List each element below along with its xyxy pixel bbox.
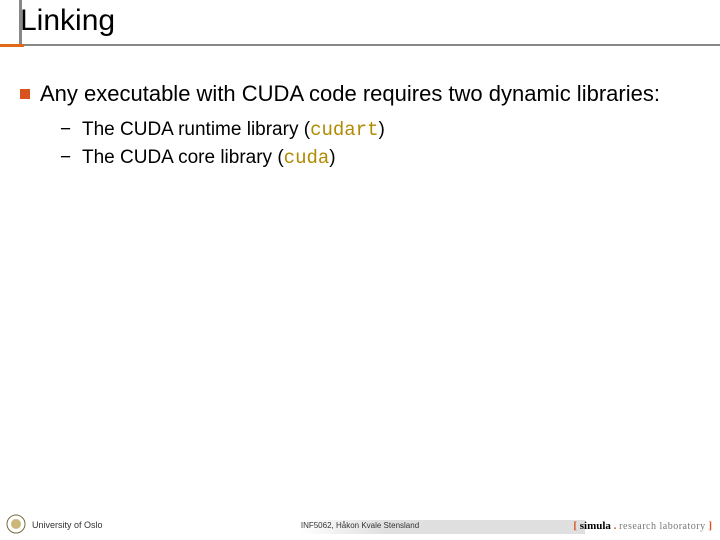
square-bullet-icon: [20, 89, 30, 99]
title-rule: [0, 44, 720, 46]
footer-right: [ simula . research laboratory ]: [573, 520, 712, 532]
dash-bullet-icon: −: [60, 118, 74, 143]
bullet-item: Any executable with CUDA code requires t…: [20, 80, 700, 108]
sub-pre: The CUDA runtime library (: [82, 119, 310, 140]
slide: Linking Any executable with CUDA code re…: [0, 0, 720, 540]
brand-dot: .: [611, 520, 619, 532]
code-literal: cuda: [284, 147, 330, 169]
sub-post: ): [329, 147, 335, 168]
bracket-close: ]: [706, 520, 712, 532]
sub-list: − The CUDA runtime library (cudart) − Th…: [60, 118, 700, 171]
sub-post: ): [378, 119, 384, 140]
sub-text: The CUDA core library (cuda): [82, 146, 336, 171]
brand-rest: research laboratory: [619, 521, 705, 532]
sub-item: − The CUDA runtime library (cudart): [60, 118, 700, 143]
dash-bullet-icon: −: [60, 146, 74, 171]
sub-pre: The CUDA core library (: [82, 147, 284, 168]
sub-text: The CUDA runtime library (cudart): [82, 118, 385, 143]
slide-body: Any executable with CUDA code requires t…: [20, 80, 700, 175]
title-wrap: Linking: [20, 4, 115, 38]
sub-item: − The CUDA core library (cuda): [60, 146, 700, 171]
footer: University of Oslo INF5062, Håkon Kvale …: [0, 510, 720, 540]
bullet-text: Any executable with CUDA code requires t…: [40, 80, 660, 108]
code-literal: cudart: [310, 119, 378, 141]
slide-title: Linking: [20, 4, 115, 38]
title-rule-accent: [0, 44, 24, 47]
brand-simula: simula: [580, 520, 611, 532]
